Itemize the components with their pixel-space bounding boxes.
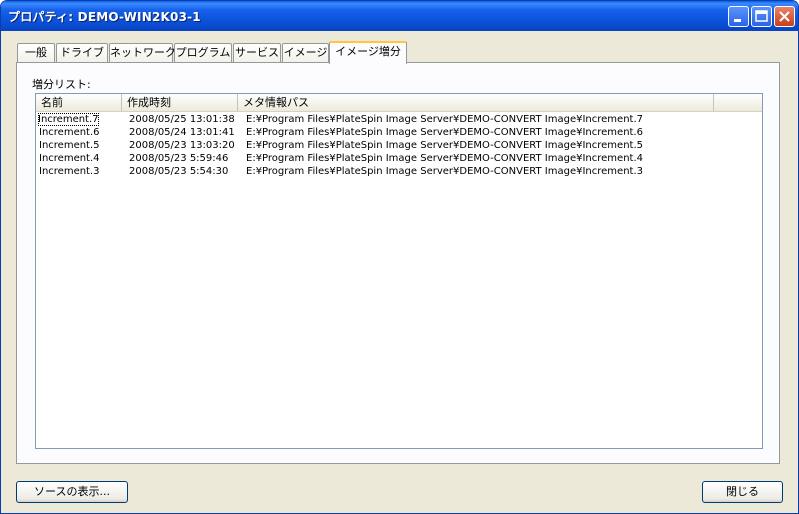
tab-programs[interactable]: プログラム [174,43,232,62]
increment-list-label: 増分リスト: [32,78,91,91]
row-path: E:¥Program Files¥PlateSpin Image Server¥… [246,166,643,177]
row-name: Increment.5 [39,140,100,151]
row-path: E:¥Program Files¥PlateSpin Image Server¥… [246,127,643,138]
table-row[interactable]: Increment.4 2008/05/23 5:59:46 E:¥Progra… [36,152,762,165]
show-source-button[interactable]: ソースの表示... [16,481,128,503]
row-path: E:¥Program Files¥PlateSpin Image Server¥… [246,114,643,125]
row-time: 2008/05/23 13:03:20 [129,140,235,151]
tab-services[interactable]: サービス [233,43,281,62]
table-row[interactable]: Increment.3 2008/05/23 5:54:30 E:¥Progra… [36,165,762,178]
properties-window: プロパティ: DEMO-WIN2K03-1 一般 ドライブ ネットワーク プログ… [0,0,799,514]
maximize-icon [755,10,768,22]
row-time: 2008/05/24 13:01:41 [129,127,235,138]
column-header-filler [714,94,762,111]
row-name: Increment.3 [39,166,100,177]
row-time: 2008/05/23 5:59:46 [129,153,229,164]
tab-general[interactable]: 一般 [17,43,55,62]
close-window-button[interactable] [774,6,795,27]
close-icon [779,11,790,22]
row-path: E:¥Program Files¥PlateSpin Image Server¥… [246,153,643,164]
tab-image[interactable]: イメージ [282,43,329,62]
row-name: Increment.6 [39,127,100,138]
close-button[interactable]: 閉じる [702,481,783,503]
tab-network[interactable]: ネットワーク [109,43,176,62]
column-header-name[interactable]: 名前 [36,94,122,111]
row-path: E:¥Program Files¥PlateSpin Image Server¥… [246,140,643,151]
title-bar[interactable]: プロパティ: DEMO-WIN2K03-1 [1,1,798,31]
increment-list[interactable]: 名前 作成時刻 メタ情報パス Increment.7 2008/05/25 13… [35,93,763,449]
row-name: Increment.7 [38,113,99,126]
row-time: 2008/05/25 13:01:38 [129,114,235,125]
list-header: 名前 作成時刻 メタ情報パス [36,94,762,112]
row-name: Increment.4 [39,153,100,164]
tab-image-increments[interactable]: イメージ増分 [329,41,407,64]
minimize-icon [734,19,741,22]
maximize-button[interactable] [751,6,772,27]
table-row[interactable]: Increment.6 2008/05/24 13:01:41 E:¥Progr… [36,126,762,139]
minimize-button[interactable] [728,6,749,27]
table-row[interactable]: Increment.5 2008/05/23 13:03:20 E:¥Progr… [36,139,762,152]
column-header-meta-path[interactable]: メタ情報パス [238,94,714,111]
column-header-created[interactable]: 作成時刻 [122,94,238,111]
tab-drives[interactable]: ドライブ [56,43,108,62]
table-row[interactable]: Increment.7 2008/05/25 13:01:38 E:¥Progr… [36,113,762,126]
window-title: プロパティ: DEMO-WIN2K03-1 [8,10,201,24]
row-time: 2008/05/23 5:54:30 [129,166,229,177]
